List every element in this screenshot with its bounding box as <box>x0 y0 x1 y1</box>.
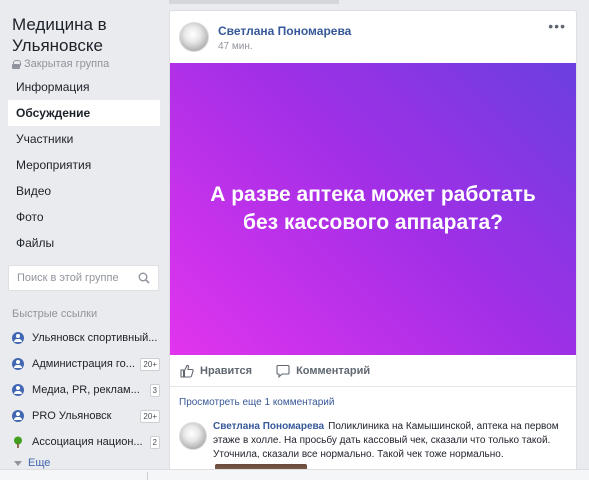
group-privacy: Закрытая группа <box>12 58 109 70</box>
quick-link-item[interactable]: Ульяновск спортивный... <box>8 325 160 351</box>
quick-link-label: Ассоциация национ... <box>32 436 143 448</box>
group-icon <box>12 384 24 396</box>
notification-badge: 20+ <box>140 409 160 423</box>
quick-link-item[interactable]: PRO Ульяновск 20+ <box>8 403 160 429</box>
quick-link-label: Ульяновск спортивный... <box>32 332 158 344</box>
nav-item-discussion[interactable]: Обсуждение <box>8 100 160 126</box>
quick-links-title: Быстрые ссылки <box>12 308 98 320</box>
search-icon[interactable] <box>138 272 150 284</box>
nav-item-photos[interactable]: Фото <box>8 204 160 230</box>
comment-label: Комментарий <box>296 364 371 377</box>
quick-link-label: Медиа, PR, реклам... <box>32 384 140 396</box>
post-card: Светлана Пономарева 47 мин. ••• А разве … <box>169 10 577 480</box>
group-search <box>8 265 159 291</box>
group-nav: Информация Обсуждение Участники Мероприя… <box>8 74 160 256</box>
post-banner: А разве аптека может работать без кассов… <box>170 63 576 355</box>
notification-badge: 3 <box>149 383 160 397</box>
quick-links-list: Ульяновск спортивный... Администрация го… <box>8 325 160 455</box>
divider <box>147 472 148 480</box>
post-time[interactable]: 47 мин. <box>218 41 253 52</box>
more-label: Еще <box>28 457 51 469</box>
post-author[interactable]: Светлана Пономарева <box>218 24 351 38</box>
top-strip <box>169 0 339 4</box>
lock-icon <box>12 59 21 69</box>
thumbs-up-icon <box>180 364 194 378</box>
quick-link-item[interactable]: Медиа, PR, реклам... 3 <box>8 377 160 403</box>
nav-item-info[interactable]: Информация <box>8 74 160 100</box>
post-actions: Нравится Комментарий <box>170 355 576 387</box>
comment: Светлана Пономарева Поликлиника на Камыши… <box>213 420 569 462</box>
more-options-icon[interactable]: ••• <box>548 19 566 33</box>
group-icon <box>12 358 24 370</box>
nav-item-files[interactable]: Файлы <box>8 230 160 256</box>
quick-link-item[interactable]: Администрация го... 20+ <box>8 351 160 377</box>
chevron-down-icon <box>14 460 22 466</box>
comment-button[interactable]: Комментарий <box>276 364 370 378</box>
privacy-label: Закрытая группа <box>24 58 110 70</box>
group-sidebar: Медицина в Ульяновске Закрытая группа Ин… <box>0 0 163 480</box>
comment-icon <box>276 364 290 378</box>
comment-avatar[interactable] <box>179 422 207 450</box>
search-input[interactable] <box>9 266 129 290</box>
group-icon <box>12 332 24 344</box>
like-button[interactable]: Нравится <box>180 364 252 378</box>
more-link[interactable]: Еще <box>14 457 50 469</box>
quick-link-label: Администрация го... <box>32 358 135 370</box>
tree-icon <box>14 436 22 448</box>
banner-text: А разве аптека может работать без кассов… <box>210 183 536 234</box>
nav-item-members[interactable]: Участники <box>8 126 160 152</box>
quick-link-item[interactable]: Ассоциация национ... 2 <box>8 429 160 455</box>
avatar[interactable] <box>179 22 209 52</box>
nav-item-events[interactable]: Мероприятия <box>8 152 160 178</box>
like-label: Нравится <box>200 364 253 377</box>
bottom-bar <box>0 469 589 480</box>
nav-item-video[interactable]: Видео <box>8 178 160 204</box>
notification-badge: 20+ <box>140 357 160 371</box>
group-title[interactable]: Медицина в Ульяновске <box>12 14 152 56</box>
comment-author[interactable]: Светлана Пономарева <box>213 421 324 432</box>
group-icon <box>12 410 24 422</box>
quick-link-label: PRO Ульяновск <box>32 410 112 422</box>
view-more-comments[interactable]: Просмотреть еще 1 комментарий <box>179 397 334 408</box>
notification-badge: 2 <box>149 435 160 449</box>
